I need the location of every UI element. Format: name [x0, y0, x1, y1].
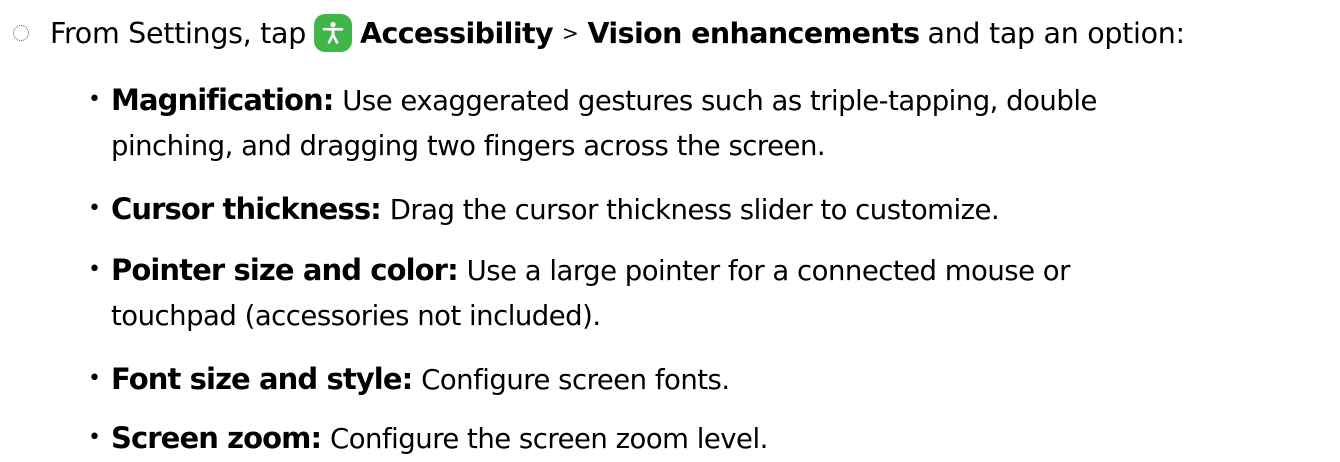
option-label: Pointer size and color: — [111, 253, 459, 287]
option-label: Magnification: — [111, 83, 334, 117]
option-label: Font size and style: — [111, 362, 413, 396]
list-bullet: • — [88, 87, 101, 112]
option-description: Drag the cursor thickness slider to cust… — [389, 194, 1000, 226]
option-description: touchpad (accessories not included). — [111, 300, 601, 332]
list-item: • Screen zoom: Configure the screen zoom… — [88, 416, 1328, 461]
list-item: • Magnification: Use exaggerated gesture… — [88, 78, 1328, 168]
list-item: • Pointer size and color: Use a large po… — [88, 248, 1328, 338]
option-description: pinching, and dragging two fingers acros… — [111, 130, 826, 162]
option-label: Cursor thickness: — [111, 192, 382, 226]
list-item: • Font size and style: Configure screen … — [88, 357, 1328, 402]
option-description: Configure the screen zoom level. — [330, 423, 768, 455]
list-bullet: • — [88, 366, 101, 391]
list-item: • Cursor thickness: Drag the cursor thic… — [88, 187, 1328, 232]
option-label: Screen zoom: — [111, 421, 322, 455]
options-list: • Magnification: Use exaggerated gesture… — [0, 0, 1340, 462]
list-bullet: • — [88, 196, 101, 221]
list-bullet: • — [88, 257, 101, 282]
option-description: Use a large pointer for a connected mous… — [466, 255, 1071, 287]
option-description: Use exaggerated gestures such as triple-… — [342, 85, 1097, 117]
list-bullet: • — [88, 425, 101, 450]
option-description: Configure screen fonts. — [421, 364, 730, 396]
